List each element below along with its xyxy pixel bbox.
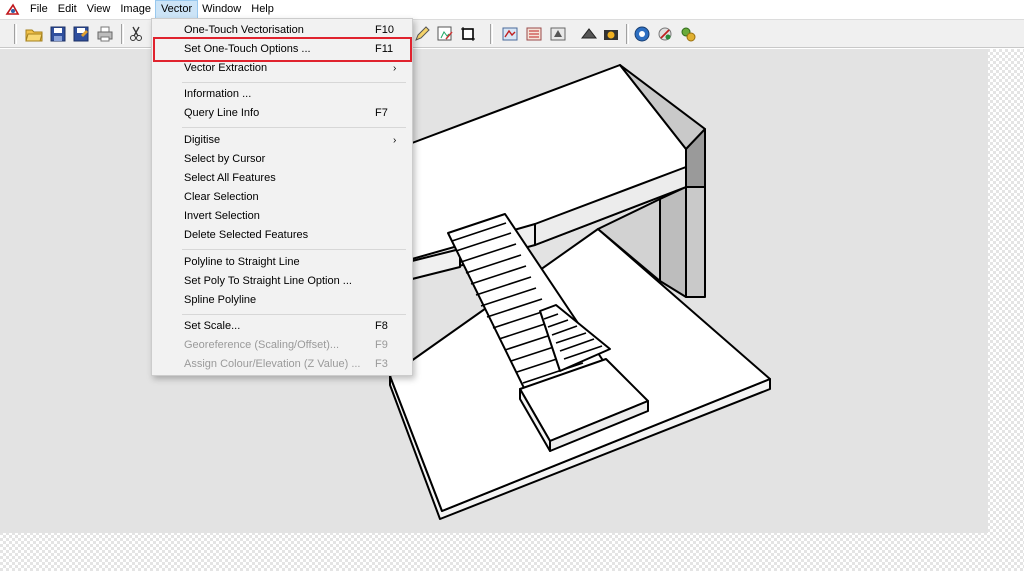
menu-spline-polyline[interactable]: Spline Polyline	[152, 291, 412, 310]
menu-item-label: Polyline to Straight Line	[184, 256, 300, 268]
menu-image[interactable]: Image	[115, 1, 156, 18]
submenu-arrow-icon: ›	[393, 135, 397, 146]
menu-set-poly-to-straight-line-option[interactable]: Set Poly To Straight Line Option ...	[152, 272, 412, 291]
vector-tool-1-icon[interactable]	[501, 25, 519, 43]
vector-tool-3-icon[interactable]	[549, 25, 567, 43]
toolbar-separator	[121, 24, 124, 44]
settings-tool-2-icon[interactable]	[656, 25, 674, 43]
menu-separator	[182, 82, 406, 83]
vector-menu-dropdown: One-Touch Vectorisation F10 Set One-Touc…	[151, 18, 413, 376]
shortcut-label: F3	[375, 358, 388, 370]
vector-tool-2-icon[interactable]	[525, 25, 543, 43]
menu-item-label: Invert Selection	[184, 210, 260, 222]
staircase-drawing	[389, 64, 771, 520]
submenu-arrow-icon: ›	[393, 63, 397, 74]
menu-delete-selected-features[interactable]: Delete Selected Features	[152, 226, 412, 245]
menu-select-all-features[interactable]: Select All Features	[152, 169, 412, 188]
layer-tool-1-icon[interactable]	[580, 25, 598, 43]
menu-item-label: Query Line Info	[184, 107, 260, 119]
shortcut-label: F9	[375, 339, 388, 351]
save-icon[interactable]	[49, 25, 67, 43]
menu-edit[interactable]: Edit	[53, 1, 82, 18]
menu-item-label: Set One-Touch Options ...	[184, 43, 311, 55]
cut-icon[interactable]	[127, 25, 145, 43]
menu-one-touch-vectorisation[interactable]: One-Touch Vectorisation F10	[152, 21, 412, 40]
menu-item-label: Clear Selection	[184, 191, 259, 203]
open-folder-icon[interactable]	[25, 25, 43, 43]
menu-query-line-info[interactable]: Query Line Info F7	[152, 104, 412, 123]
menu-item-label: Spline Polyline	[184, 294, 257, 306]
menu-window[interactable]: Window	[197, 1, 246, 18]
menu-assign-colour-elevation: Assign Colour/Elevation (Z Value) ... F3	[152, 355, 412, 374]
toolbar-grip[interactable]	[14, 24, 17, 44]
pencil-icon[interactable]	[413, 25, 431, 43]
shortcut-label: F10	[375, 24, 394, 36]
settings-tool-1-icon[interactable]	[633, 25, 651, 43]
layer-tool-2-icon[interactable]	[602, 25, 620, 43]
menu-item-label: Digitise	[184, 134, 221, 146]
shortcut-label: F7	[375, 107, 388, 119]
menu-item-label: Delete Selected Features	[184, 229, 309, 241]
menu-help[interactable]: Help	[246, 1, 279, 18]
menu-item-label: Georeference (Scaling/Offset)...	[184, 339, 340, 351]
save-as-icon[interactable]	[72, 25, 90, 43]
menu-item-label: Select All Features	[184, 172, 276, 184]
menu-separator	[182, 249, 406, 250]
menu-georeference: Georeference (Scaling/Offset)... F9	[152, 336, 412, 355]
edit-raster-icon[interactable]	[436, 25, 454, 43]
menu-item-label: Select by Cursor	[184, 153, 266, 165]
menubar: File Edit View Image Vector Window Help	[0, 0, 1024, 19]
menu-clear-selection[interactable]: Clear Selection	[152, 188, 412, 207]
crop-icon[interactable]	[459, 25, 477, 43]
shortcut-label: F8	[375, 320, 388, 332]
menu-item-label: Set Scale...	[184, 320, 241, 332]
menu-item-label: Vector Extraction	[184, 62, 268, 74]
print-icon[interactable]	[96, 25, 114, 43]
app-icon[interactable]	[5, 2, 21, 18]
menu-vector[interactable]: Vector	[154, 0, 199, 19]
menu-item-label: Information ...	[184, 88, 252, 100]
menu-select-by-cursor[interactable]: Select by Cursor	[152, 150, 412, 169]
shortcut-label: F11	[375, 43, 394, 55]
menu-view[interactable]: View	[82, 1, 116, 18]
toolbar-separator	[626, 24, 629, 44]
menu-separator	[182, 314, 406, 315]
menu-item-label: One-Touch Vectorisation	[184, 24, 304, 36]
toolbar-separator	[490, 24, 493, 44]
menu-set-scale[interactable]: Set Scale... F8	[152, 317, 412, 336]
settings-tool-3-icon[interactable]	[679, 25, 697, 43]
image-canvas[interactable]	[0, 49, 988, 533]
menu-polyline-to-straight-line[interactable]: Polyline to Straight Line	[152, 253, 412, 272]
menu-invert-selection[interactable]: Invert Selection	[152, 207, 412, 226]
menu-set-one-touch-options[interactable]: Set One-Touch Options ... F11	[152, 40, 412, 59]
menu-vector-extraction[interactable]: Vector Extraction ›	[152, 59, 412, 78]
menu-separator	[182, 127, 406, 128]
menu-file[interactable]: File	[25, 1, 53, 18]
menu-item-label: Assign Colour/Elevation (Z Value) ...	[184, 358, 361, 370]
menu-item-label: Set Poly To Straight Line Option ...	[184, 275, 352, 287]
menu-information[interactable]: Information ...	[152, 85, 412, 104]
menu-digitise[interactable]: Digitise ›	[152, 131, 412, 150]
